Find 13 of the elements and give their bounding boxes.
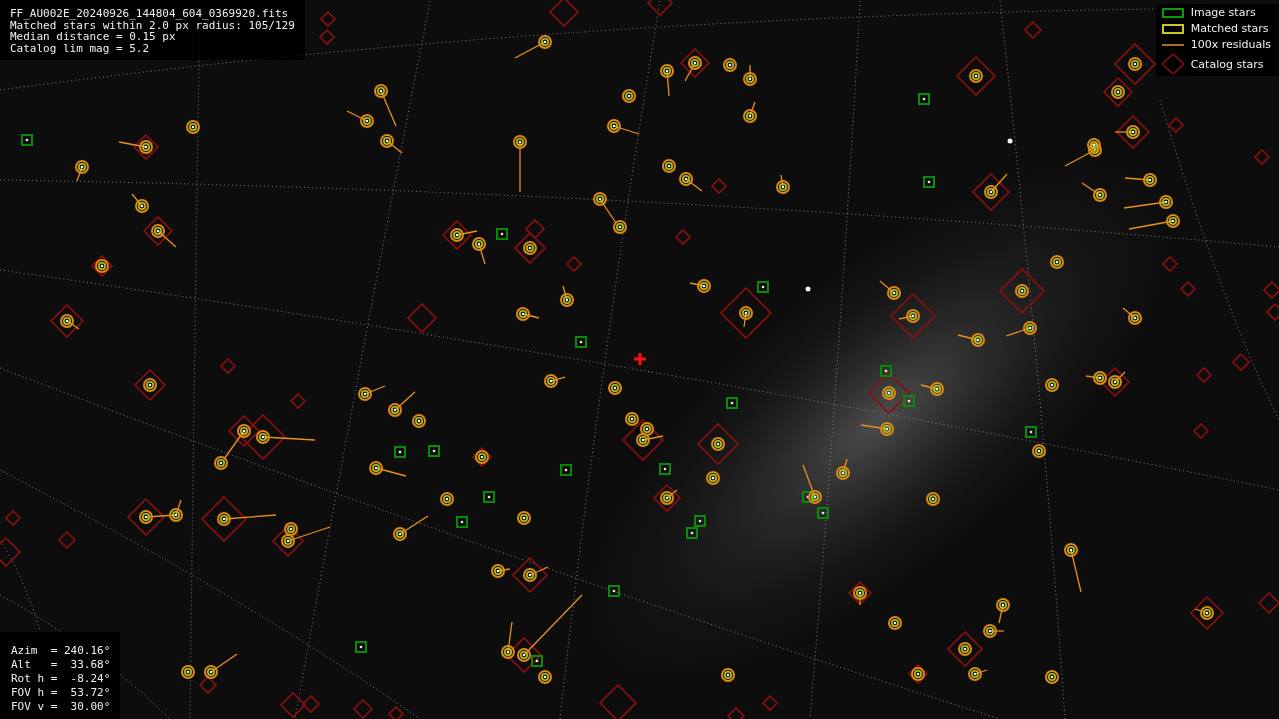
legend-label: 100x residuals — [1190, 38, 1271, 51]
info-text: Median distance = 0.15 px — [10, 31, 176, 43]
info-text: Matched stars within 2.0 px radius: 105/129 — [10, 19, 295, 31]
pointing-text: Azim = 240.16° — [11, 644, 111, 657]
pointing-text: FOV h = 53.72° — [11, 686, 111, 699]
legend-label: Matched stars — [1190, 22, 1269, 35]
legend-label: Image stars — [1190, 6, 1256, 19]
pointing-text: Rot h = -8.24° — [11, 672, 111, 685]
pointing-text: Alt = 33.68° — [11, 658, 111, 671]
info-text: Catalog lim mag = 5.2 — [10, 42, 151, 54]
info-text: FF_AU002E_20240926_144804_604_0369920.fits — [10, 8, 290, 20]
pointing-text: FOV v = 30.00° — [11, 700, 111, 713]
legend-label: Catalog stars — [1190, 57, 1264, 71]
